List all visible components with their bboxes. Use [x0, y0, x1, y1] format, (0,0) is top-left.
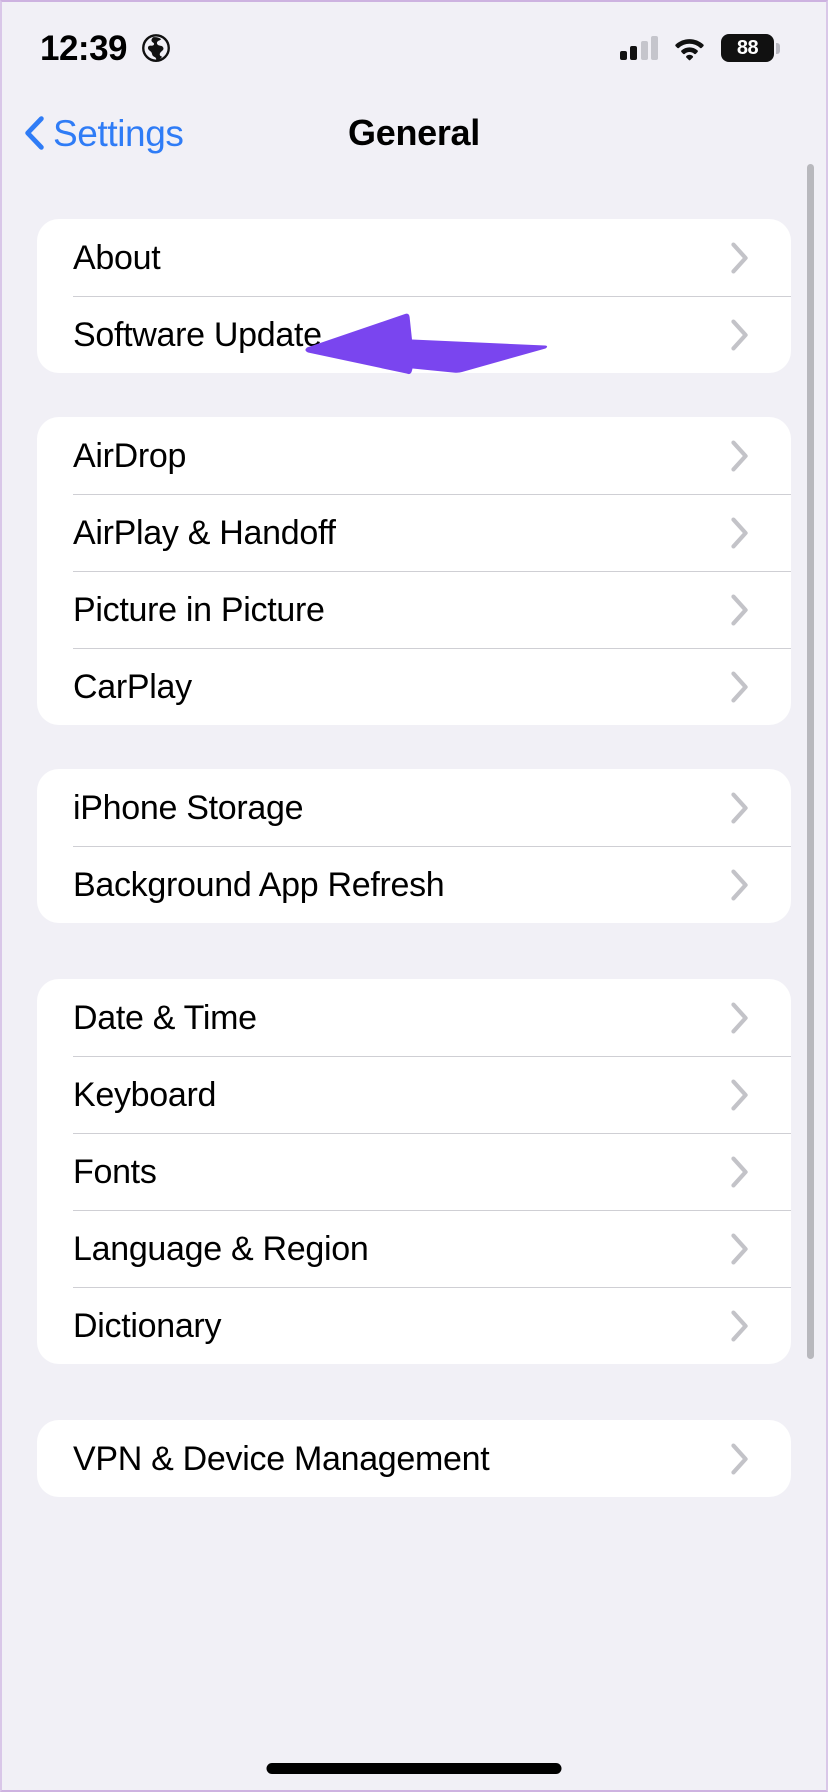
settings-group: iPhone Storage Background App Refresh — [37, 769, 791, 923]
settings-row[interactable]: About — [37, 219, 791, 296]
chevron-right-icon — [731, 791, 791, 824]
chevron-right-icon — [731, 439, 791, 472]
settings-row[interactable]: Dictionary — [37, 1287, 791, 1364]
settings-group: AirDrop AirPlay & Handoff Picture in Pictu… — [37, 417, 791, 725]
chevron-right-icon — [731, 318, 791, 351]
settings-row[interactable]: iPhone Storage — [37, 769, 791, 846]
chevron-right-icon — [731, 1232, 791, 1265]
settings-row-label: Keyboard — [73, 1075, 217, 1114]
settings-group: VPN & Device Management — [37, 1420, 791, 1497]
status-bar-left: 12:39 — [40, 31, 171, 66]
settings-row-label: Picture in Picture — [73, 590, 325, 629]
settings-row-label: iPhone Storage — [73, 788, 304, 827]
list-top-gap — [2, 172, 826, 219]
page-title: General — [348, 112, 480, 153]
settings-row[interactable]: Software Update — [37, 296, 791, 373]
settings-row-label: Dictionary — [73, 1306, 222, 1345]
settings-row[interactable]: AirPlay & Handoff — [37, 494, 791, 571]
navigation-bar: Settings General — [2, 94, 826, 172]
chevron-right-icon — [731, 241, 791, 274]
settings-row[interactable]: Date & Time — [37, 979, 791, 1056]
settings-group: About Software Update — [37, 219, 791, 373]
status-bar-right: 88 — [619, 34, 780, 62]
chevron-right-icon — [731, 1309, 791, 1342]
battery-icon: 88 — [721, 34, 780, 62]
settings-row[interactable]: Language & Region — [37, 1210, 791, 1287]
settings-row[interactable]: AirDrop — [37, 417, 791, 494]
chevron-right-icon — [731, 868, 791, 901]
settings-row[interactable]: Fonts — [37, 1133, 791, 1210]
settings-row[interactable]: VPN & Device Management — [37, 1420, 791, 1497]
settings-groups: About Software Update AirDrop AirPlay & Han… — [2, 219, 826, 1497]
battery-cap — [776, 42, 780, 54]
settings-row-label: Software Update — [73, 315, 322, 354]
chevron-right-icon — [731, 516, 791, 549]
settings-row[interactable]: Picture in Picture — [37, 571, 791, 648]
settings-row-label: Background App Refresh — [73, 865, 445, 904]
chevron-right-icon — [731, 1078, 791, 1111]
settings-list[interactable]: About Software Update AirDrop AirPlay & Han… — [2, 172, 826, 1790]
status-bar: 12:39 88 — [2, 2, 826, 94]
wifi-icon — [673, 36, 706, 61]
settings-row-label: VPN & Device Management — [73, 1439, 490, 1478]
settings-row[interactable]: Background App Refresh — [37, 846, 791, 923]
status-bar-clock: 12:39 — [40, 28, 128, 68]
settings-row-label: Date & Time — [73, 998, 257, 1037]
chevron-right-icon — [731, 593, 791, 626]
settings-row-label: AirDrop — [73, 436, 187, 475]
vertical-scrollbar[interactable] — [807, 164, 814, 1359]
iphone-screen: 12:39 88 Settings General About Software… — [0, 0, 828, 1792]
settings-row-label: Fonts — [73, 1152, 157, 1191]
signal-bars-icon — [619, 36, 658, 60]
settings-row[interactable]: Keyboard — [37, 1056, 791, 1133]
settings-row[interactable]: CarPlay — [37, 648, 791, 725]
settings-group: Date & Time Keyboard Fonts Language & Regio… — [37, 979, 791, 1364]
settings-row-label: AirPlay & Handoff — [73, 513, 336, 552]
settings-row-label: Language & Region — [73, 1229, 369, 1268]
settings-row-label: About — [73, 238, 161, 277]
home-indicator[interactable] — [266, 1763, 562, 1774]
chevron-right-icon — [731, 1155, 791, 1188]
globe-icon — [141, 33, 171, 63]
battery-level-label: 88 — [721, 34, 774, 62]
chevron-right-icon — [731, 1001, 791, 1034]
chevron-right-icon — [731, 670, 791, 703]
settings-row-label: CarPlay — [73, 667, 192, 706]
chevron-right-icon — [731, 1442, 791, 1475]
